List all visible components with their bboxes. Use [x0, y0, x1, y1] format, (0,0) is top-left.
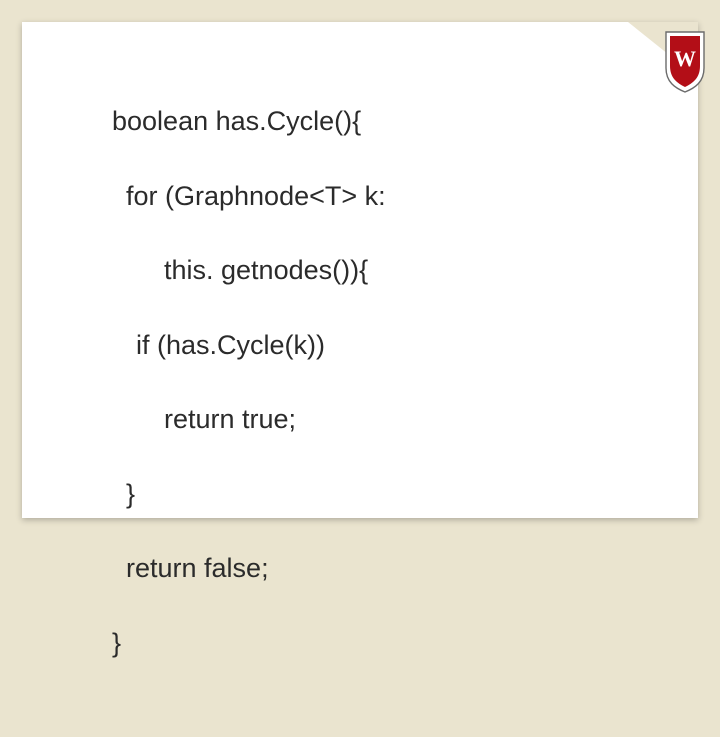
crest-letter: W: [674, 46, 696, 71]
code-line-6: }: [126, 476, 386, 513]
code-block: boolean has.Cycle(){ for (Graphnode<T> k…: [112, 66, 386, 737]
slide-panel: boolean has.Cycle(){ for (Graphnode<T> k…: [22, 22, 698, 518]
code-line-2: for (Graphnode<T> k:: [126, 178, 386, 215]
code-line-8: }: [112, 625, 386, 662]
code-line-7: return false;: [126, 550, 386, 587]
code-line-4: if (has.Cycle(k)): [136, 327, 386, 364]
code-line-1: boolean has.Cycle(){: [112, 103, 386, 140]
code-line-3: this. getnodes()){: [164, 252, 386, 289]
code-line-5: return true;: [164, 401, 386, 438]
uw-crest-icon: W: [662, 30, 708, 94]
